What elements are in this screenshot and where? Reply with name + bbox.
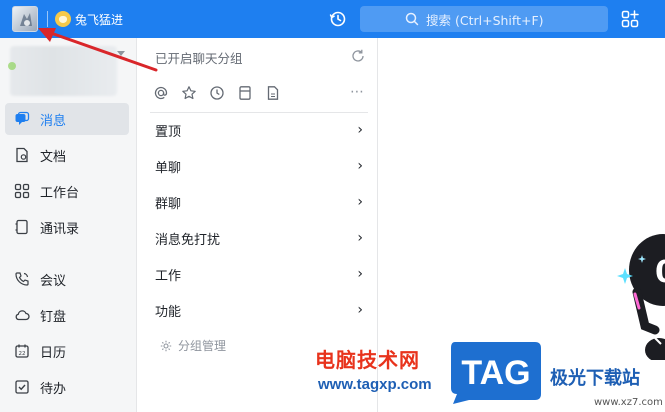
document-icon — [16, 147, 28, 163]
chevron-right-icon: › — [357, 158, 363, 174]
more-options-icon[interactable]: ⋯ — [350, 84, 365, 100]
panel-title: 已开启聊天分组 — [155, 51, 243, 66]
group-label: 置顶 — [155, 124, 182, 140]
gear-icon — [160, 340, 172, 351]
clock-filter-icon[interactable] — [208, 84, 226, 102]
filter-bar — [152, 84, 282, 102]
group-manage-button[interactable]: 分组管理 — [160, 337, 226, 354]
svg-text:0: 0 — [655, 255, 665, 290]
group-item-functions[interactable]: 功能 › — [155, 298, 363, 322]
nav-item-meeting[interactable]: 会议 — [5, 263, 129, 295]
chevron-right-icon: › — [357, 194, 363, 210]
apps-grid-icon[interactable] — [620, 9, 640, 29]
nav-item-calendar[interactable]: 22 日历 — [5, 335, 129, 367]
chevron-right-icon: › — [357, 266, 363, 282]
search-icon — [405, 12, 419, 26]
group-item-work[interactable]: 工作 › — [155, 262, 363, 286]
mascot-illustration: 0 — [617, 234, 665, 360]
nav-item-drive[interactable]: 钉盘 — [5, 299, 129, 331]
group-item-muted[interactable]: 消息免打扰 › — [155, 226, 363, 250]
chevron-right-icon: › — [357, 230, 363, 246]
file-filter-icon[interactable] — [264, 84, 282, 102]
chevron-right-icon: › — [357, 122, 363, 138]
watermark-site-name: 电脑技术网 — [315, 348, 420, 372]
search-placeholder: 搜索 (Ctrl+Shift+F) — [426, 12, 544, 28]
left-nav: 消息 文档 工作台 通讯录 会议 钉盘 22 日历 待办 — [0, 38, 137, 412]
group-item-direct[interactable]: 单聊 › — [155, 154, 363, 178]
svg-text:22: 22 — [19, 351, 26, 357]
nav-label: 文档 — [40, 149, 67, 165]
svg-text:TAG: TAG — [461, 354, 530, 392]
history-icon[interactable] — [328, 9, 348, 29]
nav-item-contacts[interactable]: 通讯录 — [5, 211, 129, 243]
nav-label: 钉盘 — [40, 309, 67, 325]
manage-label: 分组管理 — [178, 339, 227, 353]
group-item-pinned[interactable]: 置顶 › — [155, 118, 363, 142]
nav-item-docs[interactable]: 文档 — [5, 139, 129, 171]
watermark-site-url: www.tagxp.com — [318, 376, 432, 393]
nav-item-messages[interactable]: 消息 — [5, 103, 129, 135]
grid-apps-icon — [14, 183, 30, 199]
group-label: 功能 — [155, 304, 182, 320]
chat-bubble-icon — [15, 111, 30, 125]
nav-label: 工作台 — [40, 185, 80, 201]
group-label: 单聊 — [155, 160, 182, 176]
watermark-site2-url: www.xz7.com — [594, 397, 663, 408]
group-label: 工作 — [155, 268, 182, 284]
nav-item-todo[interactable]: 待办 — [5, 371, 129, 403]
nav-item-workbench[interactable]: 工作台 — [5, 175, 129, 207]
contacts-icon — [15, 219, 28, 235]
group-label: 群聊 — [155, 196, 182, 212]
nav-label: 待办 — [40, 381, 67, 397]
calendar-icon: 22 — [15, 344, 29, 358]
watermark-site2-name: 极光下载站 — [550, 368, 640, 389]
panel-divider — [150, 112, 368, 113]
online-status-dot — [8, 62, 16, 70]
nav-label: 消息 — [40, 113, 67, 129]
phone-call-icon — [15, 272, 29, 286]
archive-filter-icon[interactable] — [236, 84, 254, 102]
chevron-right-icon: › — [357, 302, 363, 318]
nav-label: 会议 — [40, 273, 67, 289]
refresh-icon[interactable] — [350, 48, 366, 64]
checkbox-todo-icon — [15, 380, 29, 394]
star-filter-icon[interactable] — [180, 84, 198, 102]
nav-label: 通讯录 — [40, 221, 80, 237]
nav-label: 日历 — [40, 345, 67, 361]
tag-logo: TAG — [451, 342, 541, 404]
group-item-groups[interactable]: 群聊 › — [155, 190, 363, 214]
mention-filter-icon[interactable] — [152, 84, 170, 102]
annotation-arrow — [38, 28, 158, 72]
group-label: 消息免打扰 — [155, 232, 221, 248]
cloud-drive-icon — [15, 310, 30, 321]
search-input[interactable]: 搜索 (Ctrl+Shift+F) — [360, 6, 608, 32]
